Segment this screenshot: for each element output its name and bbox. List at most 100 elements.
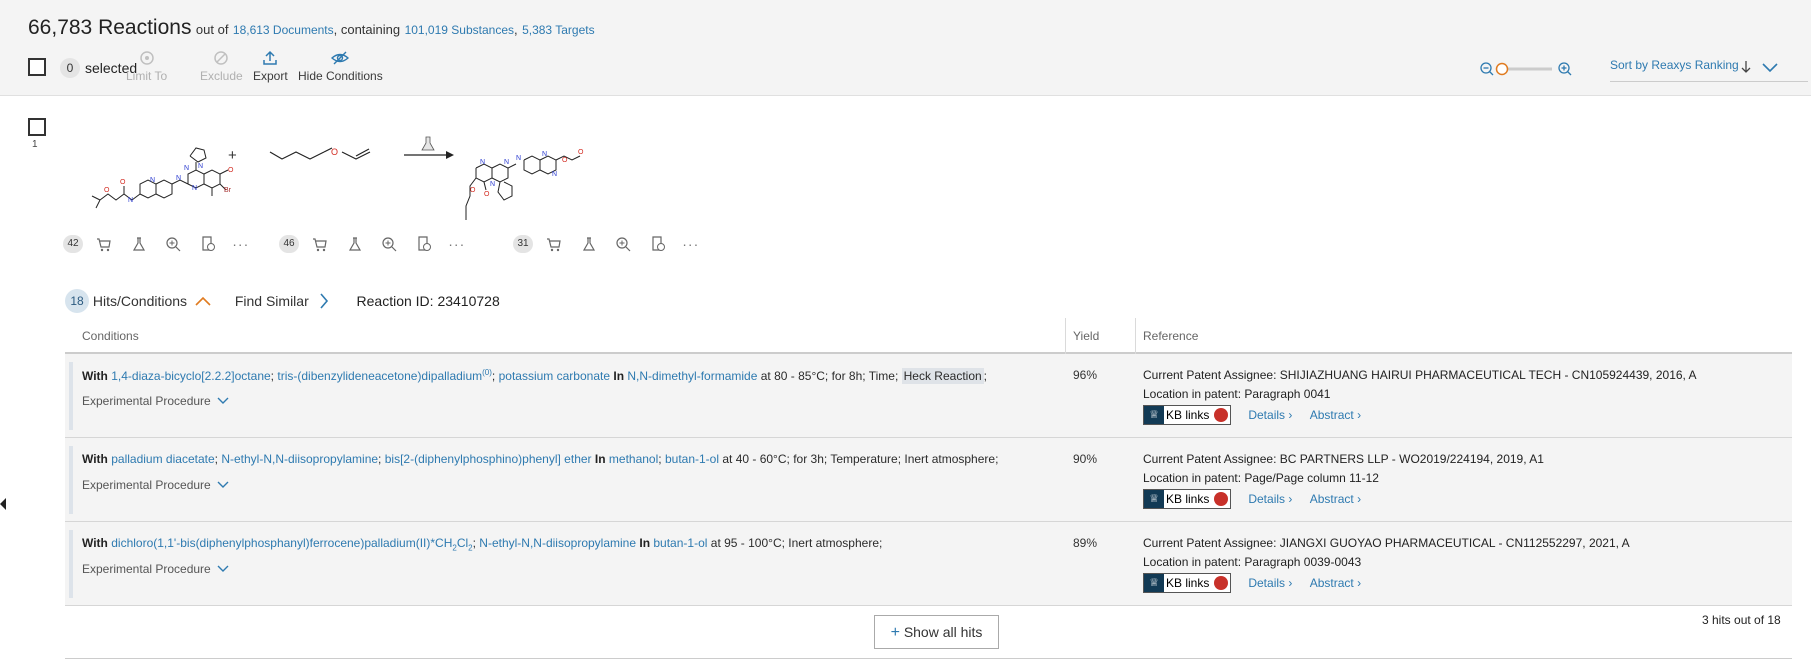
hits-conditions-toggle[interactable]: Hits/Conditions [93,293,187,309]
svg-text:O: O [228,167,234,174]
cart-icon[interactable] [96,236,112,252]
experimental-procedure-toggle[interactable]: Experimental Procedure [82,478,229,492]
exclude-button[interactable]: Exclude [200,50,243,83]
svg-text:O: O [331,147,338,157]
svg-text:O: O [578,149,584,156]
zoom-slider-handle[interactable] [1495,62,1509,76]
chevron-down-icon [217,565,229,572]
reaction-type-tag: Heck Reaction [901,368,984,384]
abstract-link[interactable]: Abstract › [1310,408,1361,422]
zoom-out-icon[interactable] [1480,62,1494,76]
abstract-link[interactable]: Abstract › [1310,576,1361,590]
col-conditions: Conditions [82,329,139,343]
svg-text:N: N [192,185,197,192]
selected-count-badge: 0 [60,58,80,78]
flask-icon[interactable] [581,236,597,252]
reagent-link[interactable]: 1,4-diaza-bicyclo[2.2.2]octane [111,369,270,383]
reagent-link[interactable]: tris-(dibenzylideneacetone)dipalladium(0… [277,368,492,383]
patent-location: Location in patent: Paragraph 0041 [1143,387,1331,401]
containing-label: , containing [333,22,401,37]
reaction-checkbox[interactable] [28,118,46,136]
conditions-text: With palladium diacetate; N-ethyl-N,N-di… [82,452,999,466]
svg-text:O: O [562,157,568,164]
reaction-index: 1 [32,139,38,150]
more-icon[interactable]: ··· [448,236,465,252]
kb-links-button[interactable]: ♕ KB links [1143,405,1231,425]
table-row: With 1,4-diaza-bicyclo[2.2.2]octane; tri… [65,354,1792,438]
yield-value: 89% [1073,536,1098,550]
flask-icon[interactable] [347,236,363,252]
exclude-label: Exclude [200,69,243,83]
details-link[interactable]: Details › [1248,576,1292,590]
show-all-hits-button[interactable]: + Show all hits [874,615,999,649]
documents-link[interactable]: 18,613 Documents [233,23,334,37]
reagent-link[interactable]: potassium carbonate [499,369,610,383]
targets-link[interactable]: 5,383 Targets [522,23,595,37]
reactant-2-count-badge: 46 [279,235,299,253]
reaction-arrow [404,136,454,159]
reaction-count: 66,783 Reactions [28,16,192,39]
results-summary: 66,783 Reactions out of 18,613 Documents… [28,16,595,39]
table-row: With palladium diacetate; N-ethyl-N,N-di… [65,438,1792,522]
reaction-scheme[interactable]: OO NN NN NN OBr + O NN NN NO OO NO [60,130,710,230]
solvent-link[interactable]: butan-1-ol [653,536,707,550]
chevron-right-icon[interactable] [319,293,329,309]
solvent-link[interactable]: methanol [609,452,658,466]
abstract-link[interactable]: Abstract › [1310,492,1361,506]
kb-links-button[interactable]: ♕ KB links [1143,573,1231,593]
reagent-link[interactable]: palladium diacetate [111,452,214,466]
reactant-1-structure[interactable] [91,147,229,209]
solvent-link[interactable]: N,N-dimethyl-formamide [627,369,757,383]
export-button[interactable]: Export [253,50,288,83]
svg-text:O: O [104,187,110,194]
exclude-icon [214,51,229,65]
show-all-label: Show all hits [903,624,983,640]
reagent-link[interactable]: bis[2-(diphenylphosphino)phenyl] ether [385,452,592,466]
details-link[interactable]: Details › [1248,492,1292,506]
document-icon[interactable] [416,236,432,252]
sort-label: Sort by Reaxys Ranking [1610,58,1739,72]
select-all-checkbox[interactable] [28,58,46,76]
chevron-up-icon[interactable] [195,296,211,306]
sort-arrow-icon[interactable] [1740,60,1752,74]
cart-icon[interactable] [546,236,562,252]
experimental-procedure-toggle[interactable]: Experimental Procedure [82,394,229,408]
hide-conditions-button[interactable]: Hide Conditions [298,50,383,83]
plus-sign: + [228,147,237,164]
cart-icon[interactable] [312,236,328,252]
yield-value: 96% [1073,368,1098,382]
more-icon[interactable]: ··· [232,236,249,252]
kb-icon: ♕ [1144,406,1164,424]
svg-text:O: O [470,187,476,194]
flask-icon[interactable] [421,136,435,151]
document-icon[interactable] [650,236,666,252]
chevron-down-icon[interactable] [1762,63,1778,73]
zoom-in-icon[interactable] [1558,62,1572,76]
collapse-panel-arrow-icon[interactable] [0,498,6,510]
reactant-2-structure[interactable] [269,147,371,160]
document-icon[interactable] [200,236,216,252]
out-of-label: out of [195,22,229,37]
limit-to-icon [139,51,154,65]
magnify-icon[interactable] [165,236,181,252]
find-similar-button[interactable]: Find Similar [235,293,309,309]
magnify-icon[interactable] [615,236,631,252]
solvent-link[interactable]: butan-1-ol [665,452,719,466]
magnify-icon[interactable] [381,236,397,252]
details-link[interactable]: Details › [1248,408,1292,422]
reagent-link[interactable]: N-ethyl-N,N-diisopropylamine [221,452,378,466]
reagent-link[interactable]: dichloro(1,1'-bis(diphenylphosphanyl)fer… [111,536,472,552]
reagent-link[interactable]: N-ethyl-N,N-diisopropylamine [479,536,636,550]
experimental-procedure-toggle[interactable]: Experimental Procedure [82,562,229,576]
kb-links-button[interactable]: ♕ KB links [1143,489,1231,509]
col-yield: Yield [1073,329,1100,343]
reactant-1-count-badge: 42 [63,235,83,253]
sort-dropdown[interactable]: Sort by Reaxys Ranking [1610,58,1808,82]
svg-text:N: N [552,171,557,178]
svg-text:N: N [176,175,181,182]
flask-icon[interactable] [131,236,147,252]
more-icon[interactable]: ··· [682,236,699,252]
svg-text:N: N [150,177,155,184]
limit-to-button[interactable]: Limit To [126,50,167,83]
substances-link[interactable]: 101,019 Substances [405,23,514,37]
